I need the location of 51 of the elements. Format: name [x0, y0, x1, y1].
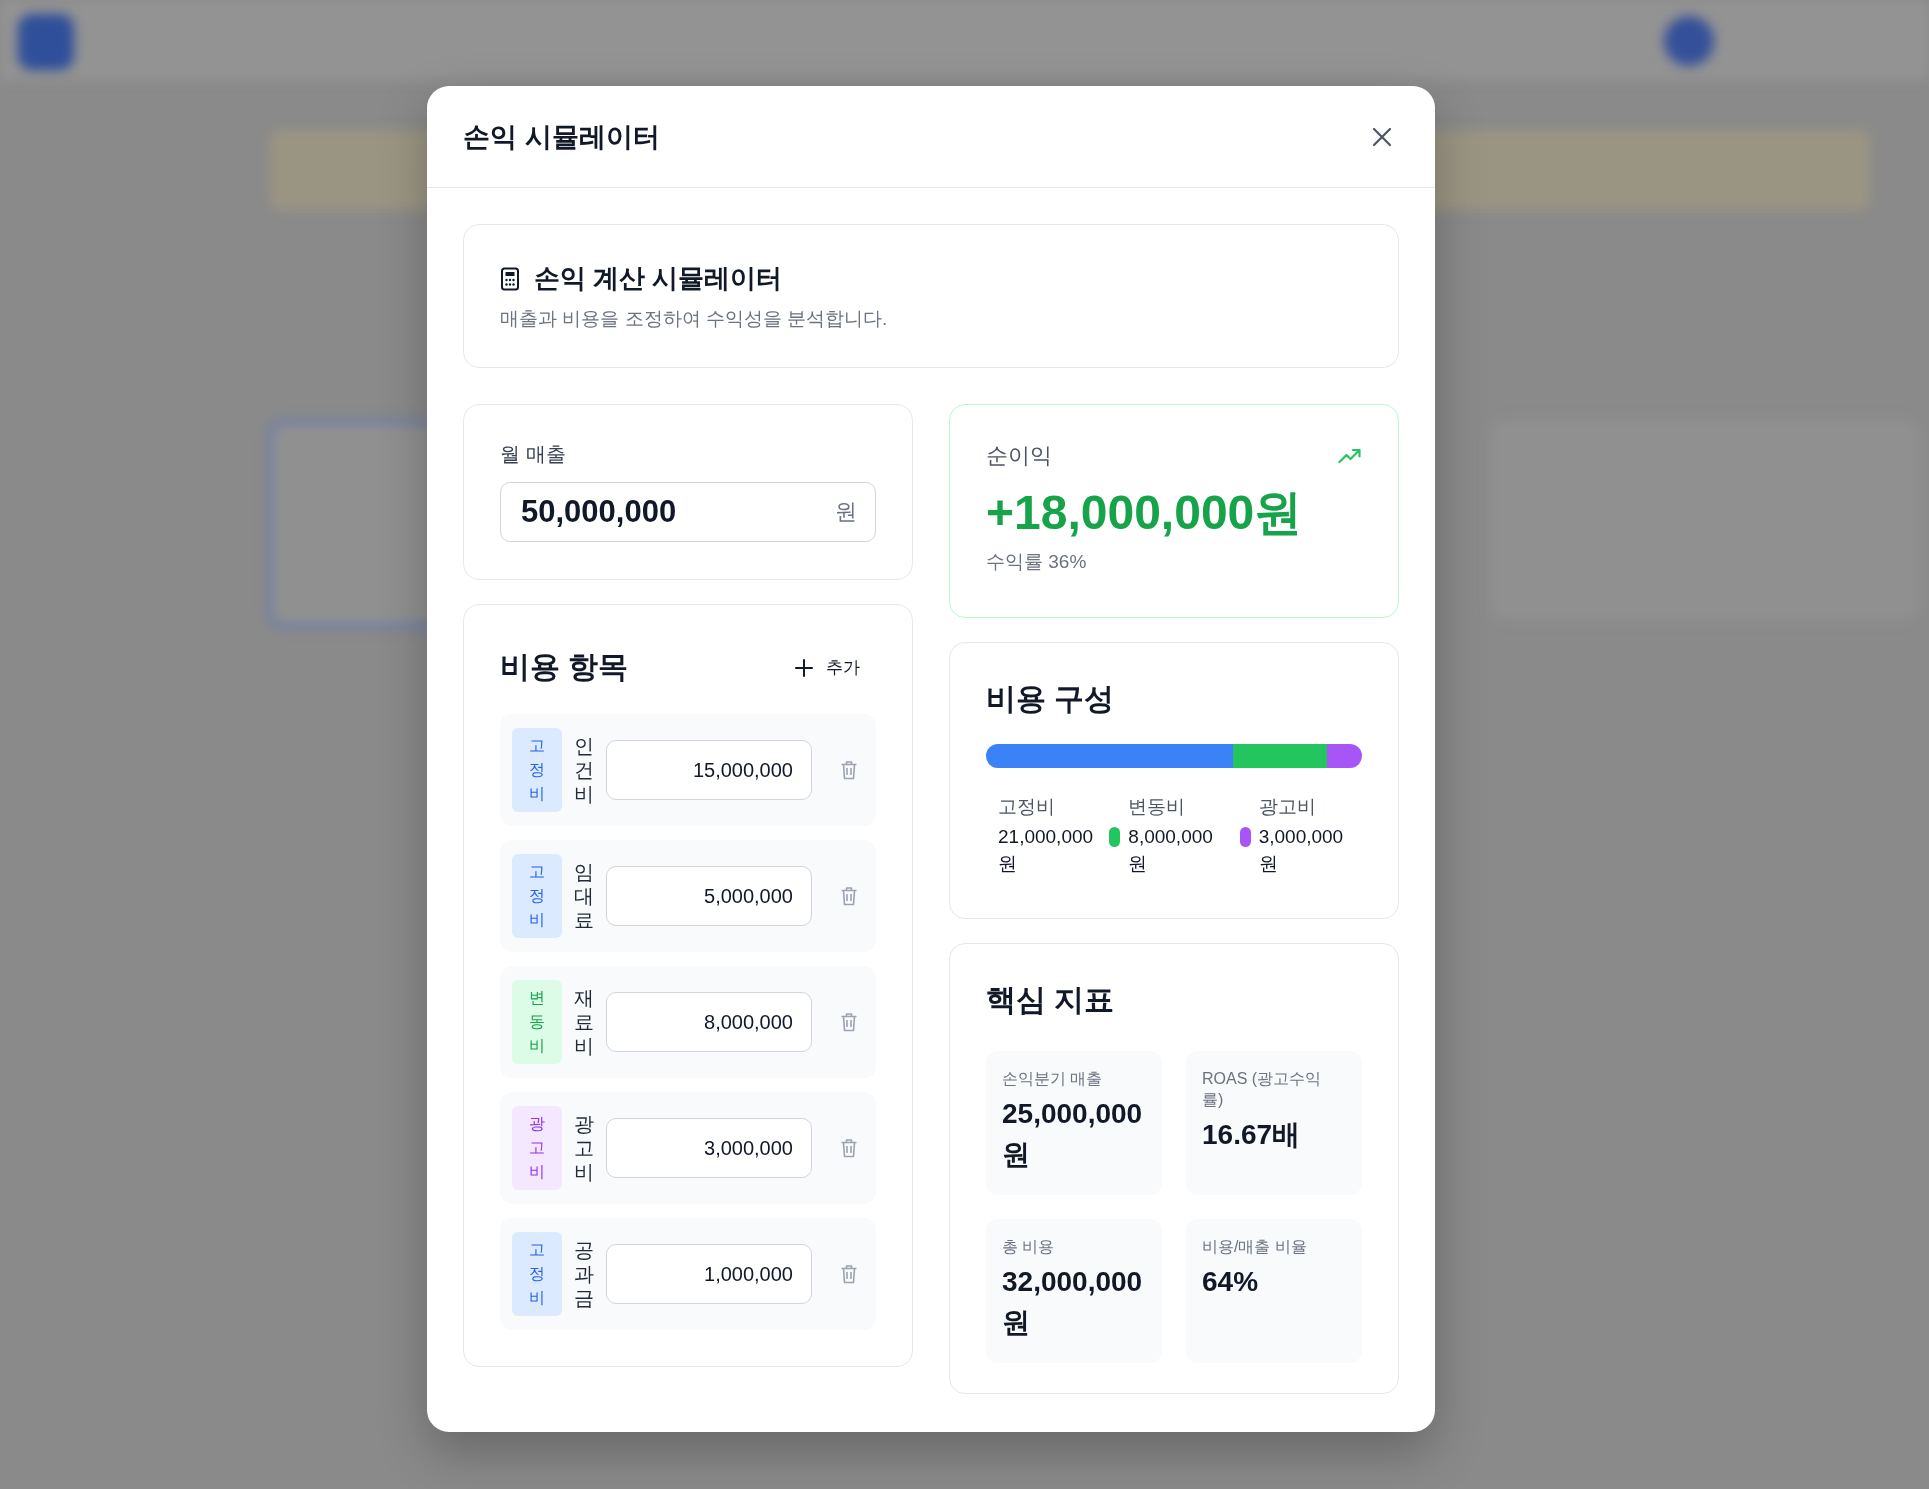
cost-name: 재료비: [574, 986, 594, 1058]
metric-value: 16.67배: [1202, 1118, 1301, 1152]
cost-type-tag: 변동비: [512, 980, 562, 1064]
revenue-label: 월 매출: [500, 442, 567, 467]
legend-value: 3,000,000 원: [1258, 825, 1344, 876]
trash-icon[interactable]: [840, 886, 858, 906]
metric-value: 32,000,000 원: [1002, 1265, 1143, 1340]
metric-label: 손익분기 매출: [1002, 1069, 1104, 1089]
trash-icon[interactable]: [840, 1012, 858, 1032]
cost-name: 인건비: [574, 734, 594, 806]
cost-amount-field[interactable]: 1,000,000: [606, 1244, 812, 1304]
add-button[interactable]: 추가: [794, 656, 876, 679]
cost-type-tag: 고정비: [512, 728, 562, 812]
trash-icon[interactable]: [840, 1264, 858, 1284]
intro-title: 손익 계산 시뮬레이터: [534, 262, 783, 295]
plus-icon[interactable]: [794, 657, 814, 678]
cost-type-tag: 고정비: [512, 854, 562, 938]
currency-unit: 원: [835, 498, 857, 526]
cost-name: 임대료: [574, 860, 594, 932]
modal-title: 손익 시뮬레이터: [463, 120, 660, 154]
cost-amount-field[interactable]: 3,000,000: [606, 1118, 812, 1178]
section-title: 핵심 지표: [986, 982, 1116, 1018]
net-profit-value: +18,000,000원: [986, 485, 1304, 541]
cost-name: 광고비: [574, 1112, 594, 1184]
trash-icon[interactable]: [840, 760, 858, 780]
cost-amount-field[interactable]: 15,000,000: [606, 740, 812, 800]
legend-label: 광고비: [1258, 795, 1317, 819]
close-icon[interactable]: [1371, 125, 1393, 148]
cost-amount-field[interactable]: 5,000,000: [606, 866, 812, 926]
section-title: 비용 항목: [500, 649, 629, 685]
metric-value: 25,000,000 원: [1002, 1097, 1143, 1172]
legend-value: 8,000,000 원: [1128, 825, 1213, 876]
profit-rate: 수익률 36%: [986, 550, 1088, 574]
trash-icon[interactable]: [840, 1138, 858, 1158]
legend-label: 변동비: [1128, 795, 1187, 819]
legend-label: 고정비: [998, 795, 1056, 819]
revenue-input-field[interactable]: 50,000,000 원: [500, 482, 876, 542]
metric-label: ROAS (광고수익률): [1202, 1069, 1323, 1110]
cost-amount-field[interactable]: 8,000,000: [606, 992, 812, 1052]
legend-value: 21,000,000 원: [998, 825, 1094, 876]
metric-label: 비용/매출 비율: [1202, 1237, 1308, 1257]
net-profit-label: 순이익: [986, 442, 1052, 470]
trending-up-icon: [1338, 448, 1362, 464]
calculator-icon: [500, 266, 520, 291]
cost-type-tag: 고정비: [512, 1232, 562, 1316]
metric-label: 총 비용: [1002, 1237, 1056, 1257]
intro-subtitle: 매출과 비용을 조정하여 수익성을 분석합니다.: [500, 307, 889, 331]
cost-name: 공과금: [574, 1238, 594, 1310]
cost-type-tag: 광고비: [512, 1106, 562, 1190]
metric-value: 64%: [1202, 1265, 1259, 1299]
section-title: 비용 구성: [986, 681, 1116, 717]
